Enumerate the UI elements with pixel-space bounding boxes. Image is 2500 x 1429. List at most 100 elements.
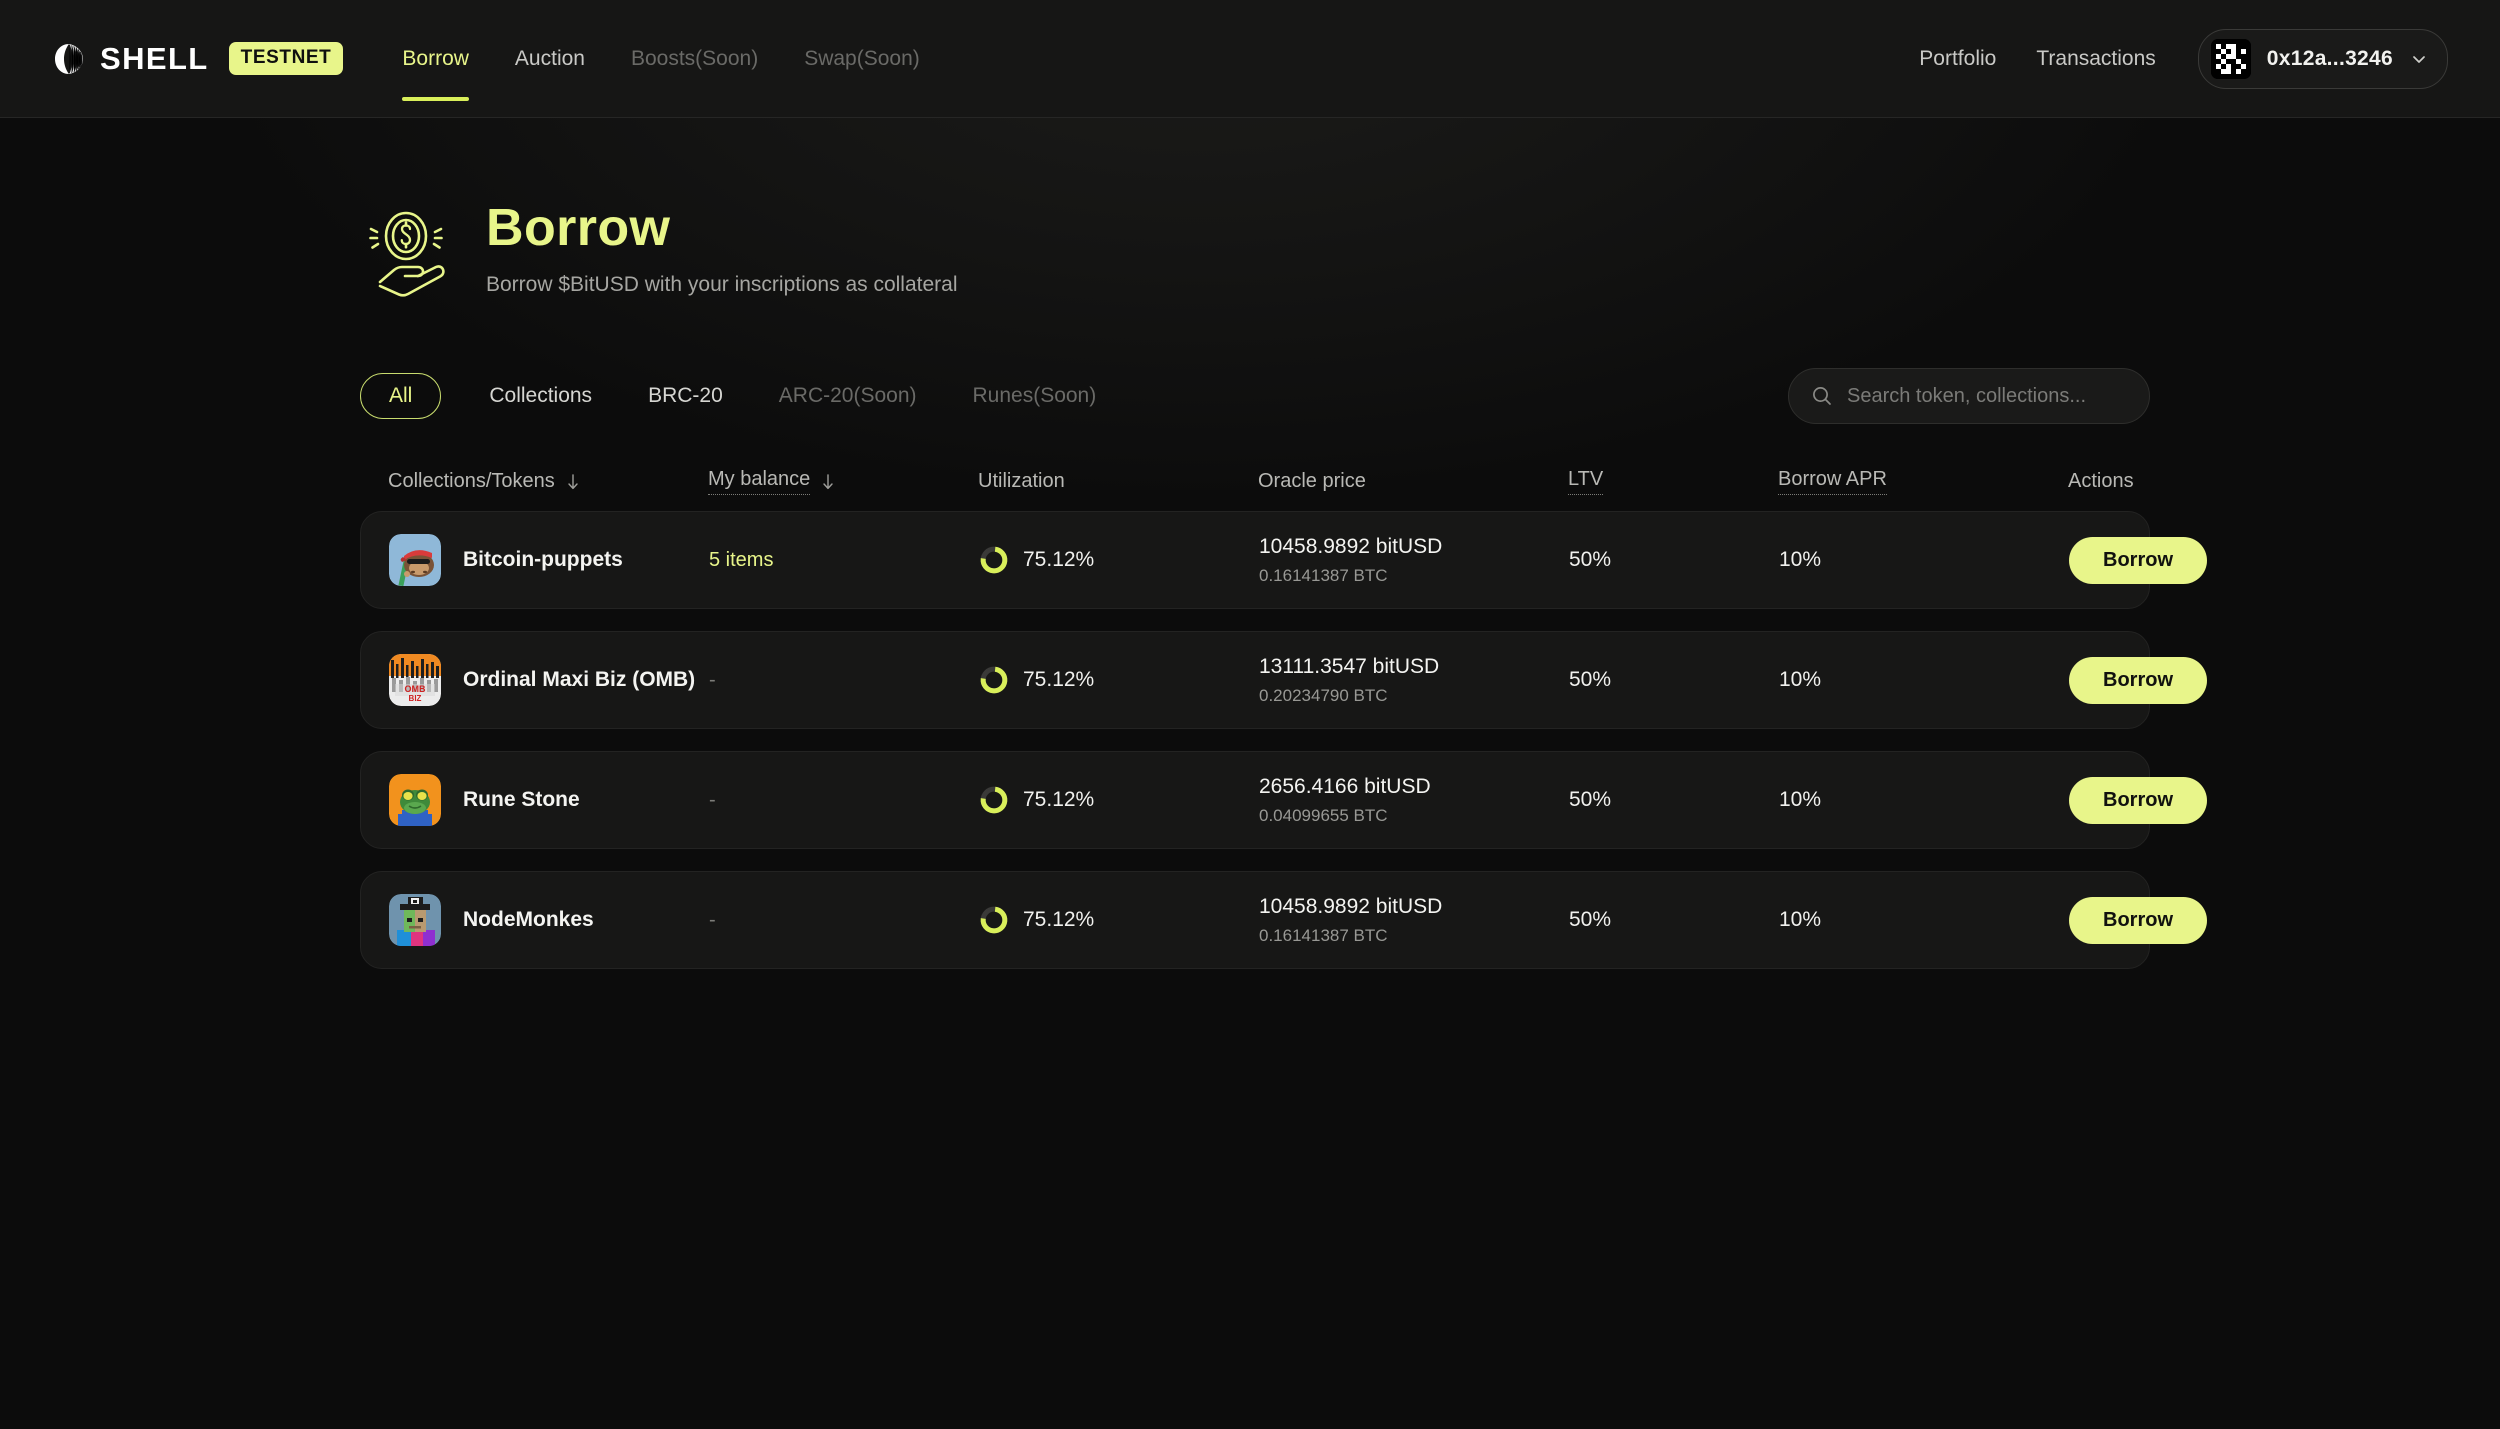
utilization-cell: 75.12% — [979, 545, 1259, 575]
utilization-cell: 75.12% — [979, 785, 1259, 815]
column-header-oracle-price: Oracle price — [1258, 470, 1568, 493]
primary-nav: Borrow Auction Boosts(Soon) Swap(Soon) — [379, 0, 942, 117]
page-body: Borrow Borrow $BitUSD with your inscript… — [0, 118, 2500, 969]
oracle-price-cell: 2656.4166 bitUSD 0.04099655 BTC — [1259, 775, 1569, 826]
utilization-value: 75.12% — [1023, 548, 1095, 571]
page-title: Borrow — [486, 199, 671, 257]
app-header: SHELL TESTNET Borrow Auction Boosts(Soon… — [0, 0, 2500, 118]
filter-tab-label: BRC-20 — [648, 384, 723, 407]
bitcoin-puppets-avatar — [389, 534, 441, 586]
actions-cell: Borrow — [2069, 536, 2221, 584]
nav-label: Auction — [514, 46, 585, 70]
column-header-ltv: LTV — [1568, 468, 1778, 495]
collection-cell: Rune Stone — [389, 774, 709, 826]
utilization-value: 75.12% — [1023, 788, 1095, 811]
column-label: Actions — [2068, 470, 2134, 492]
search-icon — [1813, 387, 1831, 405]
actions-cell: Borrow — [2069, 656, 2221, 704]
collection-name: NodeMonkes — [463, 907, 594, 931]
sort-arrow-down-icon — [823, 473, 833, 489]
wallet-address: 0x12a...3246 — [2266, 46, 2393, 70]
blockies-avatar-icon — [2210, 38, 2251, 79]
oracle-price-usd: 13111.3547 bitUSD — [1259, 654, 1440, 678]
oracle-price-btc: 0.16141387 BTC — [1259, 925, 1388, 945]
header-link-portfolio[interactable]: Portfolio — [1899, 47, 2016, 71]
filter-tab-collections[interactable]: Collections — [461, 384, 620, 408]
ltv-value: 50% — [1569, 908, 1612, 931]
shell-logo-icon — [55, 43, 83, 74]
header-right: Portfolio Transactions 0x12a...3246 — [1899, 28, 2448, 89]
nav-item-borrow[interactable]: Borrow — [379, 0, 492, 117]
brand-name: SHELL — [100, 40, 209, 76]
nav-label: Swap(Soon) — [804, 46, 920, 70]
collection-cell: Bitcoin-puppets — [389, 534, 709, 586]
sort-arrow-down-icon — [568, 473, 578, 489]
filter-tab-label: ARC-20(Soon) — [778, 384, 917, 407]
filter-tab-arc20: ARC-20(Soon) — [751, 384, 945, 408]
table-row[interactable]: Rune Stone - 75.12% 2656.4166 bitUSD 0.0… — [360, 751, 2207, 849]
hand-holding-coin-icon — [369, 211, 445, 297]
actions-cell: Borrow — [2069, 896, 2221, 944]
table-row[interactable]: Bitcoin-puppets 5 items 75.12% 10458.989… — [360, 511, 2207, 609]
oracle-price-btc: 0.04099655 BTC — [1259, 805, 1388, 825]
filter-bar: All Collections BRC-20 ARC-20(Soon) Rune… — [360, 368, 2150, 424]
header-link-transactions[interactable]: Transactions — [2016, 47, 2175, 71]
column-label: LTV — [1568, 468, 1604, 495]
utilization-donut-icon — [980, 906, 1008, 934]
wallet-button[interactable]: 0x12a...3246 — [2197, 28, 2448, 89]
borrow-button[interactable]: Borrow — [2069, 776, 2207, 824]
column-header-collections[interactable]: Collections/Tokens — [388, 470, 708, 493]
filter-tab-label: Runes(Soon) — [972, 384, 1097, 407]
column-header-utilization: Utilization — [978, 470, 1258, 493]
my-balance-value: 5 items — [709, 548, 774, 571]
utilization-donut-icon — [980, 786, 1008, 814]
borrow-button[interactable]: Borrow — [2069, 896, 2207, 944]
borrow-table: Collections/Tokens My balance Utilizatio… — [360, 454, 2207, 969]
column-label: My balance — [708, 468, 811, 495]
utilization-value: 75.12% — [1023, 908, 1095, 931]
svg-text:OMB: OMB — [405, 684, 426, 694]
table-row[interactable]: NodeMonkes - 75.12% 10458.9892 bitUSD 0.… — [360, 871, 2207, 969]
actions-cell: Borrow — [2069, 776, 2221, 824]
utilization-donut-icon — [980, 546, 1008, 574]
page-header: Borrow Borrow $BitUSD with your inscript… — [360, 118, 2150, 300]
filter-tab-all[interactable]: All — [360, 373, 442, 419]
page-subtitle: Borrow $BitUSD with your inscriptions as… — [486, 273, 958, 297]
oracle-price-usd: 10458.9892 bitUSD — [1259, 534, 1443, 558]
oracle-price-btc: 0.20234790 BTC — [1259, 685, 1388, 705]
chevron-down-icon — [2413, 55, 2425, 63]
nav-label: Boosts(Soon) — [630, 46, 759, 70]
testnet-badge: TESTNET — [228, 42, 344, 75]
nav-item-auction[interactable]: Auction — [492, 0, 608, 117]
borrow-button[interactable]: Borrow — [2069, 656, 2207, 704]
filter-tab-brc20[interactable]: BRC-20 — [620, 384, 751, 408]
svg-text:BIZ: BIZ — [409, 694, 422, 703]
column-label: Collections/Tokens — [388, 470, 555, 492]
table-row[interactable]: OMB BIZ Ordinal Maxi Biz (OMB) - 75.12% … — [360, 631, 2207, 729]
column-header-actions: Actions — [2068, 470, 2178, 493]
filter-tab-label: Collections — [489, 384, 593, 407]
brand[interactable]: SHELL TESTNET — [52, 40, 344, 77]
header-link-label: Transactions — [2036, 46, 2156, 70]
my-balance-value: - — [709, 668, 716, 691]
ltv-value: 50% — [1569, 668, 1612, 691]
utilization-cell: 75.12% — [979, 665, 1259, 695]
oracle-price-cell: 10458.9892 bitUSD 0.16141387 BTC — [1259, 895, 1569, 946]
borrow-button[interactable]: Borrow — [2069, 536, 2207, 584]
column-header-my-balance[interactable]: My balance — [708, 468, 978, 495]
borrow-apr-value: 10% — [1779, 548, 1822, 571]
borrow-apr-value: 10% — [1779, 788, 1822, 811]
oracle-price-btc: 0.16141387 BTC — [1259, 565, 1388, 585]
utilization-value: 75.12% — [1023, 668, 1095, 691]
rune-stone-avatar — [389, 774, 441, 826]
header-link-label: Portfolio — [1919, 46, 1997, 70]
column-label: Utilization — [978, 470, 1065, 492]
collection-name: Ordinal Maxi Biz (OMB) — [463, 667, 696, 691]
collection-cell: NodeMonkes — [389, 894, 709, 946]
column-label: Oracle price — [1258, 470, 1366, 492]
oracle-price-usd: 10458.9892 bitUSD — [1259, 894, 1443, 918]
search-box[interactable] — [1788, 368, 2150, 424]
column-label: Borrow APR — [1778, 468, 1887, 495]
search-input[interactable] — [1847, 384, 2127, 408]
oracle-price-usd: 2656.4166 bitUSD — [1259, 774, 1431, 798]
